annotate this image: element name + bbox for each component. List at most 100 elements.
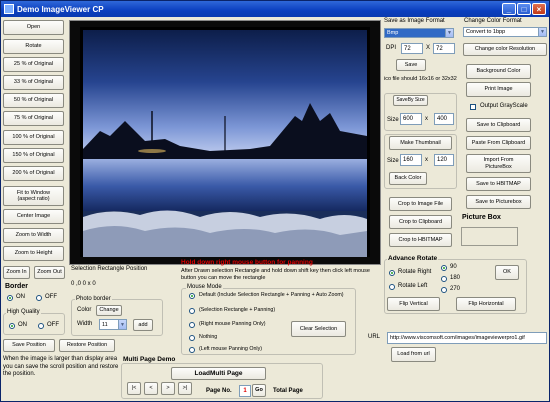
size-label: Size <box>387 117 399 123</box>
save-by-size-button[interactable]: SaveBy Size <box>393 95 428 106</box>
mouse-mode-label-2: (Right mouse Panning Only) <box>199 321 266 327</box>
save-size-sep: x <box>425 116 428 122</box>
icon-note: ico file should 16x16 or 32x32 <box>384 76 457 82</box>
open-button[interactable]: Open <box>3 20 64 35</box>
zoom-to-height-button[interactable]: Zoom to Height <box>3 246 64 261</box>
fit-to-window-button[interactable]: Fit to Window (aspect ratio) <box>3 186 64 206</box>
url-input[interactable]: http://www.viscomsoft.com/images/imagevi… <box>387 332 547 344</box>
save-to-clipboard-button[interactable]: Save to Clipboard <box>466 118 531 132</box>
mouse-mode-radio-1[interactable] <box>189 308 195 314</box>
flip-horizontal-button[interactable]: Flip Horizontal <box>456 297 516 311</box>
mouse-mode-label-3: Nothing <box>199 334 218 340</box>
deg-180-radio[interactable] <box>441 276 447 282</box>
crop-to-image-file-button[interactable]: Crop to Image File <box>389 197 452 211</box>
paste-from-clipboard-button[interactable]: Paste From Clipboard <box>466 136 531 150</box>
change-color-resolution-button[interactable]: Change color Resolution <box>463 43 547 56</box>
border-off-radio[interactable] <box>36 295 42 301</box>
grayscale-label: Output GrayScale <box>480 103 528 109</box>
rotate-right-radio[interactable] <box>389 270 395 276</box>
close-button[interactable]: × <box>532 3 546 15</box>
restore-position-button[interactable]: Restore Position <box>59 339 115 352</box>
zoom-200-button[interactable]: 200 % of Original <box>3 166 64 181</box>
mouse-mode-radio-2[interactable] <box>189 322 195 328</box>
window-title: Demo ImageViewer CP <box>17 4 104 14</box>
save-width-input[interactable]: 600 <box>400 113 422 125</box>
multipage-title: Multi Page Demo <box>123 356 176 363</box>
first-page-button[interactable]: |< <box>127 382 141 395</box>
zoom-out-button[interactable]: Zoom Out <box>34 266 65 279</box>
quality-on-label: ON <box>18 322 27 328</box>
high-quality-title: High Quality <box>6 309 41 315</box>
grayscale-checkbox[interactable] <box>470 104 476 110</box>
rotate-ok-button[interactable]: OK <box>495 265 519 280</box>
background-color-button[interactable]: Background Color <box>466 64 531 79</box>
change-color-button[interactable]: Change <box>96 305 122 316</box>
center-image-button[interactable]: Center Image <box>3 209 64 224</box>
thumb-size-sep: x <box>425 157 428 163</box>
zoom-150-button[interactable]: 150 % of Original <box>3 148 64 163</box>
format-select[interactable]: Bmp ▼ <box>384 28 454 38</box>
print-image-button[interactable]: Print Image <box>466 82 531 97</box>
dpi-y-input[interactable]: 72 <box>433 43 455 54</box>
displayed-photo <box>80 27 370 257</box>
page-no-label: Page No. <box>206 388 232 394</box>
import-from-picturebox-button[interactable]: Import From PictureBox <box>466 154 531 173</box>
make-thumbnail-button[interactable]: Make Thumbnail <box>389 136 452 150</box>
pan-note: After Drawn selection Rectangle and hold… <box>181 268 370 281</box>
border-off-label: OFF <box>45 294 57 300</box>
color-format-select[interactable]: Convert to 1bpp ▼ <box>463 27 547 37</box>
save-to-picturebox-button[interactable]: Save to Picturebox <box>466 195 531 209</box>
width-select[interactable]: 11 ▼ <box>99 319 127 330</box>
border-on-radio[interactable] <box>7 295 13 301</box>
mouse-mode-radio-3[interactable] <box>189 335 195 341</box>
last-page-button[interactable]: >| <box>178 382 192 395</box>
quality-off-radio[interactable] <box>38 323 44 329</box>
border-title: Border <box>5 283 28 290</box>
back-color-button[interactable]: Back Color <box>389 172 427 185</box>
image-viewer[interactable] <box>69 20 381 265</box>
maximize-button[interactable]: □ <box>517 3 531 15</box>
chevron-down-icon: ▼ <box>445 29 453 37</box>
next-page-button[interactable]: > <box>161 382 175 395</box>
prev-page-button[interactable]: < <box>144 382 158 395</box>
deg-90-radio[interactable] <box>441 265 447 271</box>
save-position-button[interactable]: Save Position <box>3 339 55 352</box>
chevron-down-icon: ▼ <box>538 28 546 36</box>
rotate-button[interactable]: Rotate <box>3 39 64 54</box>
save-to-hbitmap-button[interactable]: Save to HBITMAP <box>466 177 531 191</box>
zoom-33-button[interactable]: 33 % of Original <box>3 75 64 90</box>
dpi-x-input[interactable]: 72 <box>401 43 423 54</box>
thumb-height-input[interactable]: 120 <box>434 154 454 166</box>
dpi-label: DPI <box>386 45 397 51</box>
page-no-input[interactable]: 1 <box>239 385 251 397</box>
mouse-mode-radio-0[interactable] <box>189 293 195 299</box>
zoom-25-button[interactable]: 25 % of Original <box>3 57 64 72</box>
load-multipage-button[interactable]: LoadMulti Page <box>171 367 266 380</box>
app-icon <box>4 4 14 14</box>
thumb-width-input[interactable]: 160 <box>400 154 422 166</box>
crop-to-clipboard-button[interactable]: Crop to Clipboard <box>389 215 452 229</box>
rotate-left-radio[interactable] <box>389 284 395 290</box>
photo-border-title: Photo border <box>75 296 112 302</box>
go-button[interactable]: Go <box>252 384 266 397</box>
save-height-input[interactable]: 400 <box>434 113 454 125</box>
zoom-75-button[interactable]: 75 % of Original <box>3 111 64 126</box>
zoom-100-button[interactable]: 100 % of Original <box>3 130 64 145</box>
deg-270-radio[interactable] <box>441 287 447 293</box>
flip-vertical-button[interactable]: Flip Vertical <box>387 297 440 311</box>
load-from-url-button[interactable]: Load from url <box>391 347 436 362</box>
zoom-in-button[interactable]: Zoom In <box>3 266 30 279</box>
quality-on-radio[interactable] <box>9 323 15 329</box>
crop-to-hbitmap-button[interactable]: Crop to HBITMAP <box>389 233 452 247</box>
zoom-50-button[interactable]: 50 % of Original <box>3 93 64 108</box>
mouse-mode-title: Mouse Mode <box>186 284 223 290</box>
add-border-button[interactable]: add <box>133 319 153 331</box>
pan-title: Hold down right mouse button for panning <box>181 259 313 266</box>
save-button[interactable]: Save <box>396 59 426 71</box>
mouse-mode-radio-4[interactable] <box>189 347 195 353</box>
clear-selection-button[interactable]: Clear Selection <box>291 321 346 337</box>
main-window: Demo ImageViewer CP _ □ × Open Rotate 25 %… <box>0 0 550 402</box>
minimize-button[interactable]: _ <box>502 3 516 15</box>
mouse-mode-label-4: (Left mouse Panning Only) <box>199 346 263 352</box>
zoom-to-width-button[interactable]: Zoom to Width <box>3 228 64 243</box>
